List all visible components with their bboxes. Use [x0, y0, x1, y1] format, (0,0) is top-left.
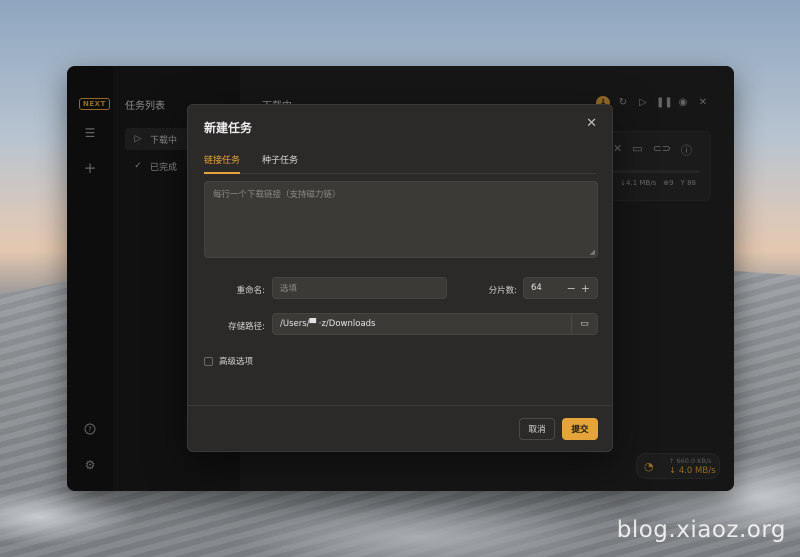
resize-handle-icon[interactable]: ◢ [590, 248, 595, 256]
close-icon[interactable]: ✕ [586, 117, 597, 130]
rename-label: 重命名: [236, 286, 265, 296]
path-label: 存储路径: [228, 322, 265, 332]
divider [188, 405, 612, 406]
path-input[interactable]: /Users/▀ ·z/Downloads ▭ [272, 313, 598, 335]
links-textarea[interactable]: 每行一个下载链接（支持磁力链） ◢ [204, 181, 598, 258]
links-placeholder: 每行一个下载链接（支持磁力链） [213, 190, 341, 200]
rename-input[interactable]: 选填 [272, 277, 447, 299]
dialog-title: 新建任务 [204, 121, 253, 135]
split-stepper[interactable]: 64 − + [523, 277, 598, 299]
submit-button[interactable]: 提交 [562, 418, 598, 440]
split-label: 分片数: [488, 286, 517, 296]
plus-icon[interactable]: + [581, 282, 590, 295]
new-task-dialog: 新建任务 ✕ 链接任务 种子任务 每行一个下载链接（支持磁力链） ◢ 重命名: … [187, 104, 613, 452]
advanced-options-checkbox[interactable] [204, 356, 213, 366]
path-value: /Users/▀ ·z/Downloads [280, 319, 376, 329]
minus-icon[interactable]: − [567, 282, 576, 295]
active-tab-indicator [204, 172, 240, 174]
cancel-button[interactable]: 取消 [519, 418, 555, 440]
split-value: 64 [531, 283, 542, 293]
folder-icon[interactable]: ▭ [571, 314, 597, 334]
advanced-options-label: 高级选项 [219, 357, 254, 367]
rename-placeholder: 选填 [280, 284, 298, 294]
dialog-tabs: 链接任务 种子任务 [204, 153, 596, 174]
tab-torrent-task[interactable]: 种子任务 [262, 153, 298, 166]
advanced-options-row[interactable]: 高级选项 [204, 355, 253, 367]
tab-link-task[interactable]: 链接任务 [204, 153, 240, 166]
watermark: blog.xiaoz.org [616, 517, 786, 543]
